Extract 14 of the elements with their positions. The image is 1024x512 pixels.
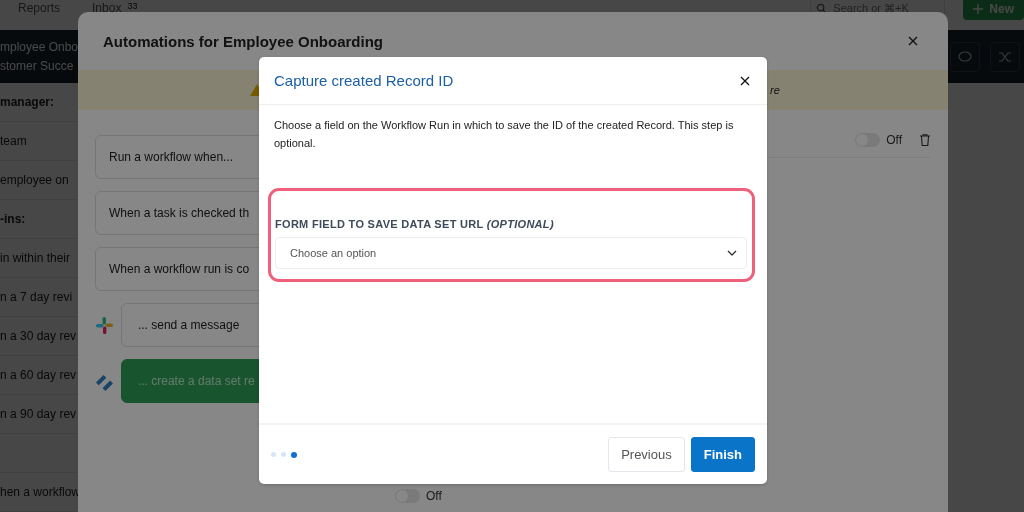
comment-icon[interactable] <box>950 41 980 72</box>
hash-logo-icon <box>95 315 114 335</box>
previous-button[interactable]: Previous <box>608 437 685 472</box>
shuffle-icon[interactable] <box>990 41 1020 72</box>
dialog-title: Automations for Employee Onboarding <box>103 32 384 50</box>
plus-icon <box>973 4 984 14</box>
toggle-label: Off <box>886 133 902 147</box>
close-icon[interactable] <box>740 75 750 86</box>
banner-text: re <box>770 84 780 96</box>
finish-button[interactable]: Finish <box>690 437 755 472</box>
trash-icon[interactable] <box>920 134 930 146</box>
select-field[interactable]: Choose an option <box>275 237 747 269</box>
toggle-label: Off <box>426 489 442 503</box>
chevron-down-icon <box>727 250 737 256</box>
